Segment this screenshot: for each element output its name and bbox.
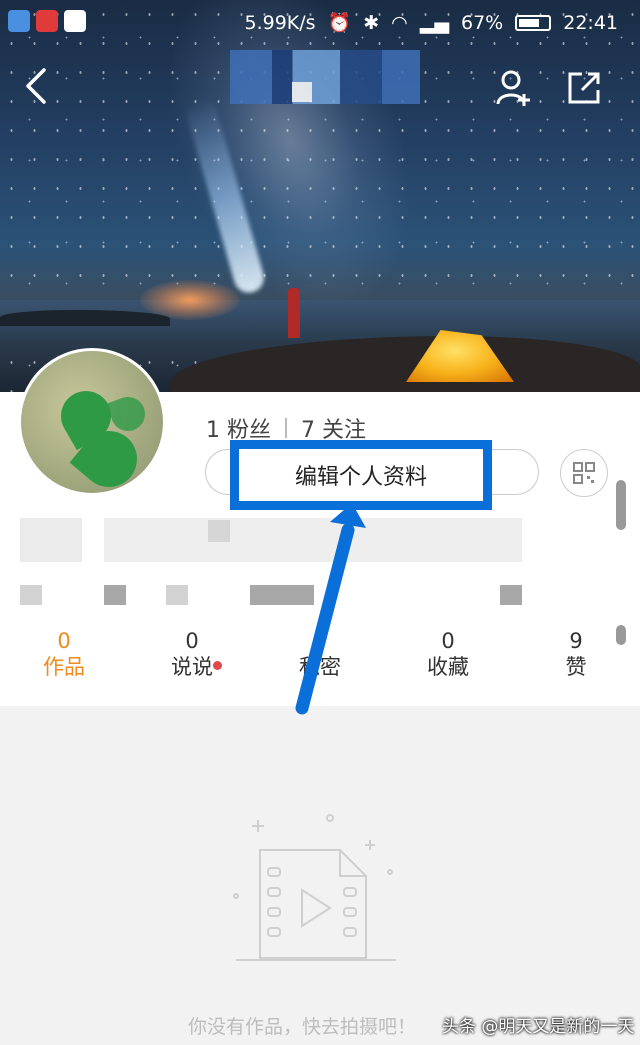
music-app-icon	[36, 10, 58, 32]
redacted-tag	[250, 585, 314, 605]
tab-label: 私密	[299, 655, 341, 679]
add-friend-button[interactable]	[496, 68, 532, 112]
clover-leaf	[106, 392, 150, 436]
tab-favorites[interactable]: 0 收藏	[384, 628, 512, 692]
network-speed: 5.99K/s	[244, 11, 316, 34]
battery-icon	[515, 14, 552, 31]
watermark: 头条 @明天又是新的一天	[442, 1017, 635, 1037]
qr-code-icon	[573, 462, 595, 484]
person-silhouette	[288, 288, 300, 338]
status-right: 5.99K/s ⏰ ✱ ◠ ▂▄ 67% 22:41	[244, 11, 619, 35]
island	[0, 310, 170, 326]
share-icon	[568, 72, 600, 104]
empty-video-icon	[233, 814, 396, 961]
redacted-tag	[500, 585, 522, 605]
share-button[interactable]	[566, 70, 602, 110]
unread-dot	[213, 661, 222, 670]
edit-profile-button[interactable]: 编辑个人资料	[230, 440, 492, 510]
tab-works[interactable]: 0 作品	[0, 628, 128, 692]
add-user-icon	[496, 70, 530, 106]
redacted-bio	[104, 518, 522, 562]
signal-icon: ▂▄	[419, 11, 449, 34]
qq-icon	[64, 10, 86, 32]
tab-posts[interactable]: 0 说说	[128, 628, 256, 692]
content-tabs: 0 作品 0 说说 0 私密 0 收藏 9 赞	[0, 628, 640, 692]
back-button[interactable]	[22, 66, 50, 110]
chevron-left-icon	[26, 68, 46, 104]
status-bar: 5.99K/s ⏰ ✱ ◠ ▂▄ 67% 22:41	[0, 0, 640, 44]
clock: 22:41	[563, 11, 618, 34]
redacted-bio	[20, 518, 82, 562]
tab-count: 0	[313, 629, 327, 653]
tab-private[interactable]: 0 私密	[256, 628, 384, 692]
redacted-bio	[208, 520, 230, 542]
scrollbar[interactable]	[616, 625, 626, 645]
redacted-tag	[20, 585, 42, 605]
empty-message: 你没有作品，快去拍摄吧！	[188, 1016, 417, 1038]
tab-label: 作品	[43, 655, 85, 679]
tab-count: 9	[569, 629, 583, 653]
redacted-tag	[166, 585, 188, 605]
wifi-icon: ◠	[391, 11, 408, 34]
notification-icons	[8, 10, 86, 32]
battery-percent: 67%	[461, 11, 504, 34]
shield-icon	[8, 10, 30, 32]
tab-label: 说说	[171, 655, 213, 679]
blurred-username	[230, 50, 420, 104]
tab-count: 0	[57, 629, 71, 653]
tab-count: 0	[185, 629, 199, 653]
divider	[285, 418, 287, 438]
bluetooth-icon: ✱	[363, 11, 380, 34]
edit-profile-label: 编辑个人资料	[294, 465, 427, 490]
avatar[interactable]	[18, 348, 166, 496]
tab-label: 赞	[565, 655, 587, 679]
qr-code-button[interactable]	[560, 449, 608, 497]
alarm-icon: ⏰	[327, 12, 352, 34]
tab-label: 收藏	[427, 655, 469, 679]
scrollbar[interactable]	[616, 480, 626, 530]
redacted-tag	[104, 585, 126, 605]
tab-count: 0	[441, 629, 455, 653]
